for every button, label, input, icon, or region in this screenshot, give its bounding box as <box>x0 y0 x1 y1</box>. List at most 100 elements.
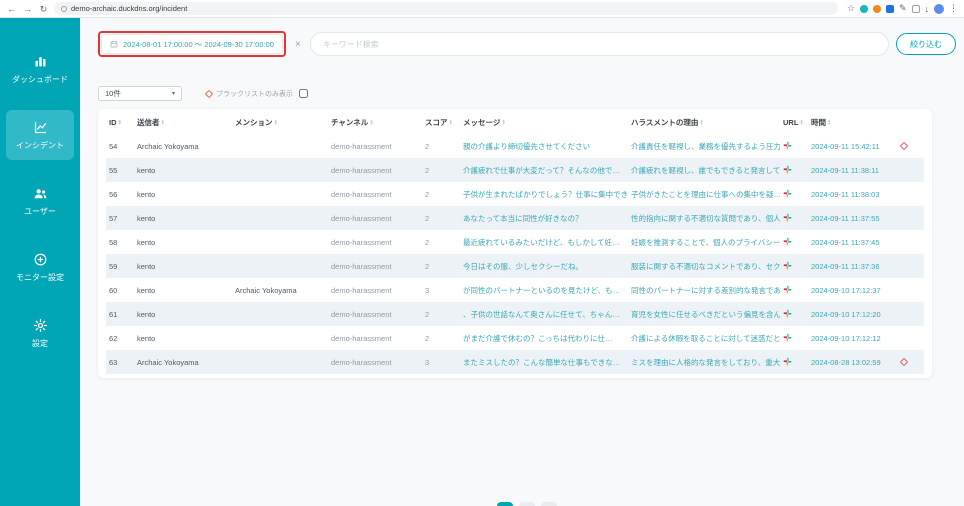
slack-icon[interactable] <box>783 309 792 318</box>
annotation-highlight-box: 2024-08-01 17:00:00 〜 2024-09-30 17:00:0… <box>98 31 286 57</box>
cell-flag <box>898 302 924 326</box>
sort-icon[interactable]: ▴ ▾ <box>162 118 165 127</box>
extensions-puzzle-icon[interactable] <box>911 4 920 13</box>
column-header-9[interactable]: 時間 ▴ ▾ <box>808 110 898 134</box>
incident-icon <box>32 119 48 135</box>
pagination: ‹123› <box>98 502 956 506</box>
slack-icon[interactable] <box>783 141 792 150</box>
slack-icon[interactable] <box>783 333 792 342</box>
page-button-3[interactable]: 3 <box>541 502 557 506</box>
refresh-icon[interactable]: ↻ <box>38 0 49 18</box>
column-header-1[interactable]: ID ▴ ▾ <box>106 110 134 134</box>
cell-flag <box>898 278 924 302</box>
cell-mention <box>232 230 328 254</box>
column-header-label: 時間 <box>811 118 826 127</box>
column-header-8[interactable]: URL ▴ ▾ <box>780 110 808 134</box>
sidebar-item-users[interactable]: ユーザー <box>6 176 74 226</box>
pencil-extension-icon[interactable]: ✎ <box>899 3 907 14</box>
sort-icon[interactable]: ▴ ▾ <box>700 118 703 127</box>
blacklist-flag-icon <box>899 357 909 366</box>
slack-icon[interactable] <box>783 189 792 198</box>
column-header-3[interactable]: メンション ▴ ▾ <box>232 110 328 134</box>
cell-flag <box>898 254 924 278</box>
cell-sender: kento <box>137 237 156 247</box>
filter-bar: 2024-08-01 17:00:00 〜 2024-09-30 17:00:0… <box>98 31 956 57</box>
cell-message: 今日はその服、少しセクシーだね。 <box>463 261 583 271</box>
sort-icon[interactable]: ▴ ▾ <box>119 118 122 127</box>
browser-toolbar-icons: ☆ ✎ ↓ ⋮ <box>847 3 958 14</box>
site-info-icon[interactable] <box>61 5 67 12</box>
cell-score: 2 <box>425 141 430 151</box>
extension-fox-icon[interactable] <box>872 4 881 13</box>
keyword-search-input[interactable] <box>309 32 889 56</box>
filter-submit-button[interactable]: 絞り込む <box>896 33 956 55</box>
sort-icon[interactable]: ▴ ▾ <box>275 118 278 127</box>
sort-icon[interactable]: ▴ ▾ <box>370 118 373 127</box>
extension-icon[interactable] <box>859 4 868 13</box>
page-button-1[interactable]: 1 <box>497 502 513 506</box>
cell-flag <box>898 206 924 230</box>
url-bar[interactable]: demo-archaic.duckdns.org/incident <box>54 2 838 15</box>
date-range-filter[interactable]: 2024-08-01 17:00:00 〜 2024-09-30 17:00:0… <box>101 34 283 54</box>
cell-mention <box>232 206 328 230</box>
column-header-label: チャンネル <box>331 118 369 127</box>
cell-score: 2 <box>425 237 430 247</box>
profile-avatar[interactable] <box>934 3 944 14</box>
browser-menu-icon[interactable]: ⋮ <box>949 3 958 14</box>
table-row-61: 61 kento demo-harassment 2 、子供の世話なんて奥さんに任せて、… <box>106 302 924 326</box>
forward-icon[interactable]: → <box>22 0 33 18</box>
sort-icon[interactable]: ▴ ▾ <box>502 118 505 127</box>
cell-reason: 介護責任を軽視し、業務を優先するよう圧力… <box>631 141 780 151</box>
sort-icon[interactable]: ▴ ▾ <box>800 118 803 127</box>
column-header-5[interactable]: スコア ▴ ▾ <box>422 110 460 134</box>
sidebar-item-dashboard[interactable]: ダッシュボード <box>6 44 74 94</box>
cell-mention <box>232 302 328 326</box>
sidebar-item-monitor-settings[interactable]: モニター設定 <box>6 242 74 292</box>
download-icon[interactable]: ↓ <box>925 4 930 14</box>
column-header-2[interactable]: 送信者 ▴ ▾ <box>134 110 232 134</box>
sort-icon[interactable]: ▴ ▾ <box>828 118 831 127</box>
column-header-6[interactable]: メッセージ ▴ ▾ <box>460 110 628 134</box>
cell-time: 2024-09-10 17:12:37 <box>811 285 881 295</box>
blacklist-only-checkbox[interactable] <box>299 89 308 98</box>
cell-id: 60 <box>109 285 118 295</box>
incident-table: ID ▴ ▾ 送信者 ▴ ▾ メンション ▴ ▾ チャンネル ▴ ▾ スコア ▴ ▾ メッセージ ▴ ▾ ハラスメン… <box>106 110 924 374</box>
slack-icon[interactable] <box>783 213 792 222</box>
cell-flag <box>898 182 924 206</box>
chevron-down-icon: ▾ <box>171 91 175 97</box>
cell-time: 2024-09-11 11:37:36 <box>811 261 880 271</box>
cell-reason: 同性のパートナーに対する差別的な発言であ… <box>631 285 780 295</box>
cell-id: 56 <box>109 189 118 199</box>
cell-reason: 育児を女性に任せるべきだという偏見を含ん… <box>631 309 780 319</box>
sidebar-item-settings[interactable]: 設定 <box>6 308 74 358</box>
date-range-text: 2024-08-01 17:00:00 〜 2024-09-30 17:00:0… <box>123 39 274 49</box>
bookmark-star-icon[interactable]: ☆ <box>847 3 855 14</box>
blacklist-flag-icon <box>899 141 909 150</box>
column-header-label: URL <box>783 118 799 127</box>
sort-icon[interactable]: ▴ ▾ <box>450 118 453 127</box>
column-header-7[interactable]: ハラスメントの理由 ▴ ▾ <box>628 110 780 134</box>
cell-id: 62 <box>109 333 118 343</box>
page-size-value: 10件 <box>105 89 121 98</box>
clear-date-button[interactable]: × <box>293 39 303 50</box>
slack-icon[interactable] <box>783 261 792 270</box>
slack-icon[interactable] <box>783 237 792 246</box>
cell-url <box>780 134 808 158</box>
cell-flag <box>898 134 924 158</box>
slack-icon[interactable] <box>783 165 792 174</box>
extension-blue-icon[interactable] <box>885 4 894 13</box>
page-button-2[interactable]: 2 <box>519 502 535 506</box>
page-size-select[interactable]: 10件 ▾ <box>98 86 182 101</box>
table-header-row: ID ▴ ▾ 送信者 ▴ ▾ メンション ▴ ▾ チャンネル ▴ ▾ スコア ▴ ▾ メッセージ ▴ ▾ ハラスメン… <box>106 110 924 134</box>
calendar-icon <box>110 40 118 48</box>
slack-icon[interactable] <box>783 357 792 366</box>
back-icon[interactable]: ← <box>6 0 17 18</box>
column-header-4[interactable]: チャンネル ▴ ▾ <box>328 110 422 134</box>
sidebar-item-incident[interactable]: インシデント <box>6 110 74 160</box>
cell-message: 子供が生まれたばかりでしょう？仕事に集中でき… <box>463 189 628 199</box>
dashboard-icon <box>32 53 48 69</box>
blacklist-flag-icon <box>204 89 214 98</box>
sidebar-nav: ダッシュボード インシデント ユーザーモニター設定 設定 <box>0 44 80 358</box>
cell-message: がまだ介護で休むの？こっちは代わりに仕… <box>463 333 613 343</box>
slack-icon[interactable] <box>783 285 792 294</box>
